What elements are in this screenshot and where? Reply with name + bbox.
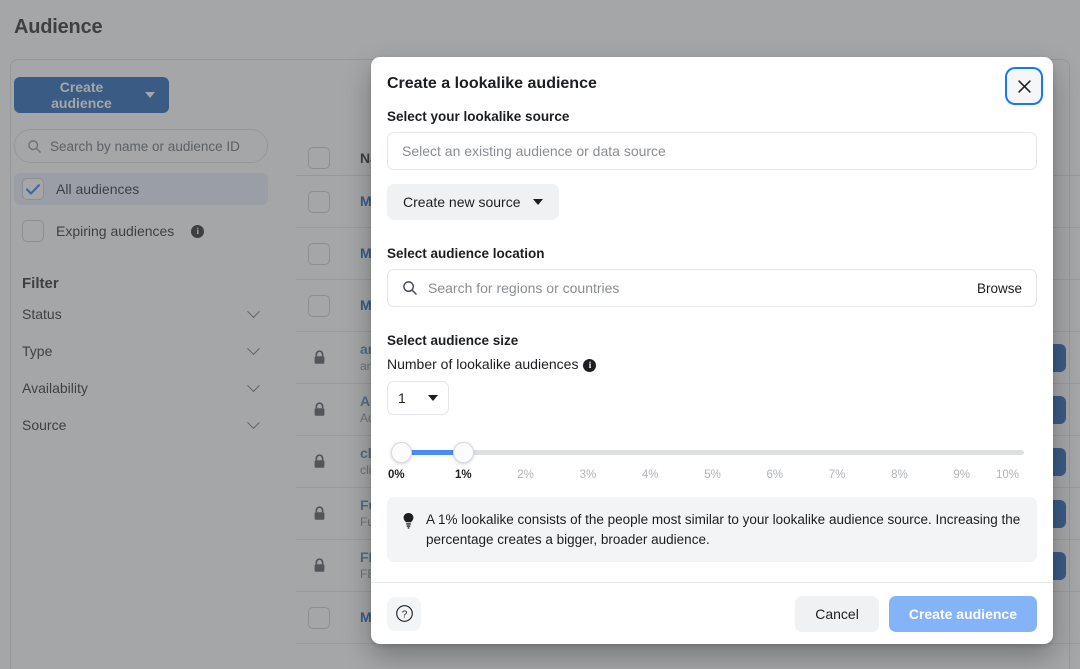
slider-tick-1: 1%: [454, 469, 472, 481]
create-new-source-button[interactable]: Create new source: [387, 184, 559, 220]
slider-tick-2: 2%: [517, 469, 534, 481]
info-icon[interactable]: i: [583, 358, 597, 372]
slider-track: [401, 450, 1024, 455]
source-section-label: Select your lookalike source: [387, 109, 570, 124]
lookalike-source-placeholder: Select an existing audience or data sour…: [402, 143, 666, 159]
dialog-footer: ? Cancel Create audience: [371, 582, 1053, 644]
create-new-source-label: Create new source: [403, 194, 521, 210]
chevron-down-icon: [532, 199, 543, 205]
slider-tick-5: 5%: [704, 469, 721, 481]
number-of-audiences-label: Number of lookalike audiences i: [387, 356, 1037, 372]
lookalike-source-input[interactable]: Select an existing audience or data sour…: [387, 132, 1037, 170]
slider-tick-labels: 0% 1% 2% 3% 4% 5% 6% 7% 8% 9% 10%: [387, 469, 1037, 485]
question-mark-circle-glyph: ?: [395, 605, 413, 622]
lightbulb-icon: [403, 513, 414, 529]
close-icon[interactable]: [1007, 69, 1041, 103]
search-icon: [403, 281, 418, 296]
size-section-label: Select audience size: [387, 333, 519, 348]
dialog-title: Create a lookalike audience: [387, 75, 597, 92]
slider-tick-8: 8%: [891, 469, 908, 481]
number-of-audiences-select[interactable]: 1: [387, 381, 449, 415]
tip-callout: A 1% lookalike consists of the people mo…: [387, 497, 1037, 563]
number-of-audiences-value: 1: [398, 390, 406, 406]
chevron-down-icon: [428, 395, 438, 401]
tip-text: A 1% lookalike consists of the people mo…: [426, 512, 1021, 547]
browse-locations-button[interactable]: Browse: [977, 281, 1022, 296]
location-section-label: Select audience location: [387, 246, 545, 261]
create-lookalike-audience-dialog: Create a lookalike audience Select your …: [371, 57, 1053, 644]
location-search-placeholder: Search for regions or countries: [428, 280, 620, 296]
app-root: Audience Create audience Search by name …: [0, 0, 1080, 669]
cancel-button[interactable]: Cancel: [795, 595, 879, 632]
slider-tick-9: 9%: [953, 469, 970, 481]
slider-tick-3: 3%: [579, 469, 597, 481]
slider-handle-lower[interactable]: [391, 442, 412, 463]
slider-tick-7: 7%: [828, 469, 846, 481]
slider-tick-10: 10%: [996, 469, 1020, 481]
create-audience-submit-button[interactable]: Create audience: [888, 595, 1037, 632]
slider-tick-4: 4%: [641, 469, 659, 481]
audience-size-slider[interactable]: 0% 1% 2% 3% 4% 5% 6% 7% 8% 9% 10%: [387, 439, 1037, 485]
number-of-audiences-text: Number of lookalike audiences: [387, 356, 579, 372]
dialog-body: Create a lookalike audience Select your …: [371, 57, 1053, 582]
help-icon[interactable]: ?: [387, 596, 421, 631]
close-glyph: [1017, 79, 1031, 93]
slider-tick-6: 6%: [766, 469, 784, 481]
slider-tick-0: 0%: [388, 469, 405, 481]
location-search-input[interactable]: Search for regions or countries Browse: [387, 269, 1037, 307]
svg-text:?: ?: [401, 609, 407, 620]
slider-handle-upper[interactable]: [453, 442, 475, 463]
